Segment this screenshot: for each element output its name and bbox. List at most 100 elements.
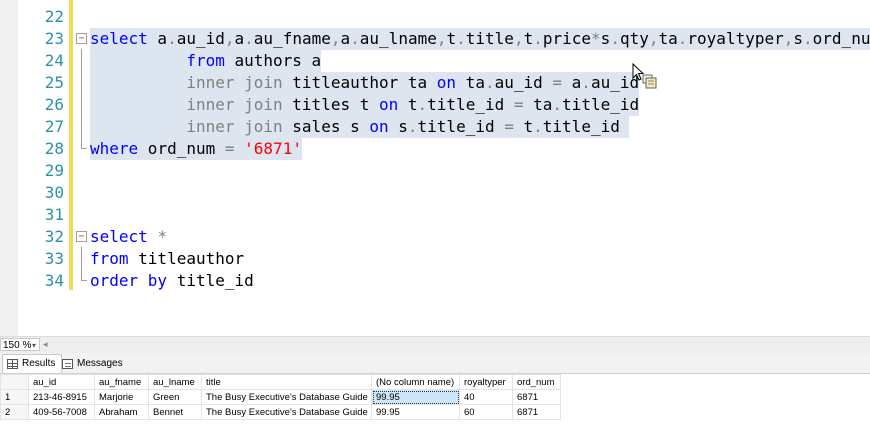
code-text: select a.au_id,a.au_fname,a.au_lname,t.t… [90, 28, 870, 50]
code-line[interactable]: 32 − select * [0, 226, 870, 248]
table-cell[interactable]: 213-46-8915 [28, 389, 95, 405]
table-cell[interactable]: Bennet [148, 404, 202, 420]
code-line[interactable]: 30 [0, 182, 870, 204]
code-text: where ord_num = '6871' [90, 138, 302, 160]
code-line[interactable]: 31 [0, 204, 870, 226]
code-token: t [398, 95, 418, 114]
code-text: inner join sales s on s.title_id = t.tit… [90, 116, 630, 138]
fold-guide-end [81, 280, 87, 281]
code-token: . [677, 29, 688, 48]
code-token: , [513, 29, 524, 48]
code-token: inner join [186, 95, 283, 114]
code-line[interactable]: 25 inner join titleauthor ta on ta.au_id… [0, 72, 870, 94]
code-text: from authors a [90, 50, 322, 72]
results-table: au_id au_fname au_lname title (No column nam… [0, 374, 561, 420]
code-token: s [600, 29, 611, 48]
code-token: . [533, 117, 543, 136]
line-number: 23 [44, 29, 64, 48]
table-cell[interactable]: Marjorie [94, 389, 149, 405]
code-token: . [484, 73, 495, 92]
code-token: au_id [176, 29, 225, 48]
code-token: sales s [282, 117, 370, 136]
code-token: = [513, 95, 524, 114]
code-line[interactable]: 24 from authors a [0, 50, 870, 72]
code-line[interactable]: 33 from titleauthor [0, 248, 870, 270]
table-cell[interactable]: 6871 [512, 389, 561, 405]
row-number-header[interactable] [0, 374, 29, 390]
code-token: a [340, 29, 351, 48]
code-token: select [90, 227, 148, 246]
query-editor[interactable]: 22 23− select a.au_id,a.au_fname,a.au_lnam… [0, 0, 870, 336]
table-cell[interactable]: 99.95 [371, 404, 460, 420]
code-line[interactable]: 27 inner join sales s on s.title_id = t.… [0, 116, 870, 138]
table-cell[interactable]: 99.95 [371, 389, 460, 405]
table-cell[interactable]: Abraham [94, 404, 149, 420]
column-header[interactable]: ord_num [512, 374, 561, 390]
code-token: . [610, 29, 620, 48]
column-header[interactable]: au_id [28, 374, 95, 390]
results-tab-strip: Results Messages [0, 353, 870, 374]
line-number: 28 [44, 139, 64, 158]
code-token: a [562, 73, 582, 92]
code-line[interactable]: 28 where ord_num = '6871' [0, 138, 870, 160]
line-number: 33 [44, 249, 64, 268]
code-token: title_id [427, 95, 514, 114]
table-row[interactable]: 2 409-56-7008 Abraham Bennet The Busy Execut… [0, 404, 561, 420]
code-token: . [552, 95, 563, 114]
code-line[interactable]: 34 order by title_id [0, 270, 870, 292]
code-text: order by title_id [90, 270, 254, 292]
code-line[interactable]: 29 [0, 160, 870, 182]
code-token: on [436, 73, 457, 92]
column-header[interactable]: au_lname [148, 374, 202, 390]
fold-guide-line [81, 49, 82, 148]
table-cell[interactable]: Green [148, 389, 202, 405]
tab-messages[interactable]: Messages [58, 354, 129, 373]
code-token: , [783, 29, 794, 48]
code-token: , [224, 29, 235, 48]
column-header[interactable]: (No column name) [371, 374, 460, 390]
code-token: royaltyper [687, 29, 784, 48]
code-token: . [244, 29, 254, 48]
table-cell[interactable]: 40 [459, 389, 513, 405]
code-line[interactable]: 26 inner join titles t on t.title_id = t… [0, 94, 870, 116]
code-token: ta [523, 95, 553, 114]
table-row[interactable]: 1 213-46-8915 Marjorie Green The Busy Execut… [0, 389, 561, 405]
row-number[interactable]: 2 [0, 404, 29, 420]
code-token: t [513, 117, 534, 136]
code-token: . [167, 29, 177, 48]
collapse-icon[interactable]: − [76, 231, 87, 242]
fold-guide-end [81, 148, 87, 149]
line-number: 26 [44, 95, 64, 114]
table-cell[interactable]: The Busy Executive's Database Guide [201, 404, 372, 420]
code-token: order by [90, 271, 168, 290]
grid-icon [7, 359, 18, 369]
table-cell[interactable]: 60 [459, 404, 513, 420]
column-header[interactable]: royaltyper [459, 374, 513, 390]
row-number[interactable]: 1 [0, 389, 29, 405]
code-token: , [330, 29, 341, 48]
collapse-icon[interactable]: − [76, 33, 87, 44]
column-header[interactable]: au_fname [94, 374, 149, 390]
tab-results-label: Results [22, 358, 56, 369]
code-line[interactable]: 23− select a.au_id,a.au_fname,a.au_lname,… [0, 28, 870, 50]
results-grid[interactable]: au_id au_fname au_lname title (No column nam… [0, 374, 870, 446]
editor-status-bar: 150 % ▾ ◂ [0, 336, 870, 353]
code-token: ord_num [812, 29, 870, 48]
code-token: title_id [562, 95, 640, 114]
code-token: ta [456, 73, 485, 92]
tab-results[interactable]: Results [2, 354, 63, 373]
table-cell[interactable]: 409-56-7008 [28, 404, 95, 420]
code-token: title_id [417, 117, 505, 136]
scroll-left-arrow-icon[interactable]: ◂ [43, 339, 48, 350]
mouse-pointer-copy-icon [632, 63, 657, 89]
code-token: titleauthor [128, 249, 245, 268]
zoom-select[interactable]: 150 % ▾ [0, 338, 40, 351]
code-line[interactable]: 22 [0, 6, 870, 28]
table-cell[interactable]: The Busy Executive's Database Guide [201, 389, 372, 405]
column-header[interactable]: title [201, 374, 372, 390]
table-cell[interactable]: 6871 [512, 404, 561, 420]
code-token: from [186, 51, 225, 70]
code-token: = [504, 117, 514, 136]
